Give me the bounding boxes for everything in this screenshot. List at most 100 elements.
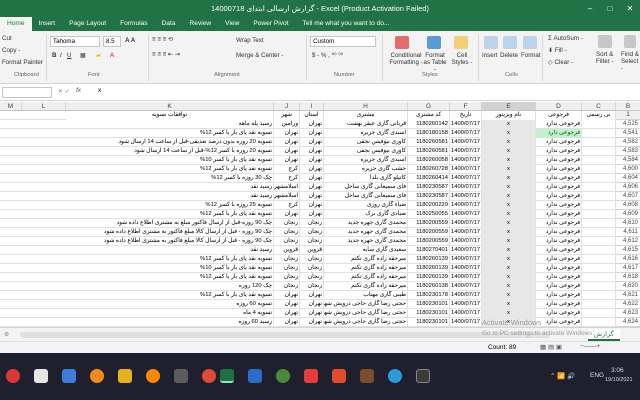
cell-g[interactable]: 1180230101 (408, 300, 450, 309)
cell-h[interactable]: محمدی گاری جهره جدید (324, 228, 408, 237)
worksheet-grid[interactable]: توافقات تسویه شهر استان مشتری کد مشتری تاریخ ن… (0, 111, 616, 327)
cell-b[interactable]: 4,582 (616, 138, 640, 147)
column-header-c[interactable]: C (582, 102, 616, 111)
conditional-formatting-icon[interactable] (395, 36, 409, 49)
app-icon[interactable] (304, 369, 318, 383)
column-header-m[interactable]: M (0, 102, 22, 111)
minimize-icon[interactable]: – (580, 0, 600, 17)
cell-d[interactable]: فرجوعی ندارد (536, 201, 582, 210)
cell-f[interactable]: 1400/07/17 (450, 255, 482, 264)
cell-d[interactable]: فرجوعی ندارد (536, 264, 582, 273)
cell-h[interactable]: فای سمیعانی گاری ساحل (324, 183, 408, 192)
cell-i[interactable]: تهران (300, 192, 324, 201)
cell-k[interactable]: چک 90 روزه - قبل از ارسال کالا مبلغ فاکت… (66, 228, 274, 237)
cell-g[interactable]: 1180260139 (408, 264, 450, 273)
cell-j[interactable]: زنجان (274, 273, 300, 282)
format-painter-button[interactable]: Format Painter (2, 59, 43, 66)
cell-j[interactable]: اسلامشهر (274, 183, 300, 192)
clock-time[interactable]: 3:06 (611, 367, 624, 374)
cell-j[interactable]: کرج (274, 165, 300, 174)
cell-e[interactable]: x (482, 264, 536, 273)
cell-i[interactable]: تهران (300, 120, 324, 129)
search-icon[interactable] (34, 369, 48, 383)
find-select-button[interactable]: Find & Select - (621, 51, 640, 72)
cell-c[interactable] (582, 129, 616, 138)
cell-f[interactable]: 1400/07/17 (450, 300, 482, 309)
autosum-button[interactable]: Σ AutoSum - (548, 35, 583, 42)
cell-g[interactable]: 1180200559 (408, 228, 450, 237)
tab-power-pivot[interactable]: Power Pivot (246, 17, 295, 31)
cell-c[interactable] (582, 138, 616, 147)
cell-h[interactable]: کاتیلو گاری بلدا (324, 174, 408, 183)
cell-j[interactable]: کرج (274, 174, 300, 183)
cell-c[interactable] (582, 273, 616, 282)
cell-g[interactable]: 1180230101 (408, 309, 450, 318)
cell-e[interactable]: x (482, 129, 536, 138)
cell-i[interactable]: تهران (300, 138, 324, 147)
zoom-slider[interactable]: −——+ (580, 343, 601, 350)
cell-i[interactable]: تهران (300, 129, 324, 138)
cell-k[interactable]: تسویه نقد پای بار با کسر 12% (66, 129, 274, 138)
cell-d[interactable]: فرجوعی ندارد (536, 147, 582, 156)
tray-icons[interactable]: ⌃ 📶 🔊 (550, 372, 575, 380)
view-normal-icon[interactable]: ▦ ▤ ▣ (540, 343, 562, 351)
cell-e[interactable]: x (482, 246, 536, 255)
cell-k[interactable]: رسید نقد (66, 183, 274, 192)
cell-j[interactable]: تهران (274, 300, 300, 309)
cell-c[interactable] (582, 192, 616, 201)
cell-h[interactable]: کاوری نیوفیس نجفی (324, 138, 408, 147)
cell-k[interactable]: تسویه 60 روزه (66, 300, 274, 309)
cell-d[interactable]: فرجوعی ندارد (536, 138, 582, 147)
cell-g[interactable]: 1180230101 (408, 318, 450, 327)
format-cells-icon[interactable] (523, 36, 537, 49)
row-number[interactable]: 1 (616, 111, 640, 120)
column-header-g[interactable]: G (408, 102, 450, 111)
delete-cells-icon[interactable] (503, 36, 517, 49)
cell-c[interactable] (582, 246, 616, 255)
wrap-text-button[interactable]: Wrap Text (236, 37, 264, 44)
cell-g[interactable]: 1180200229 (408, 201, 450, 210)
italic-icon[interactable]: I (60, 52, 62, 59)
cell-g[interactable]: 1180260138 (408, 282, 450, 291)
header-cell-e[interactable]: نام ویزیتور (482, 111, 536, 120)
cell-b[interactable]: 4,623 (616, 309, 640, 318)
cell-h[interactable]: محمدی گاری جهره جدید (324, 219, 408, 228)
underline-icon[interactable]: U (67, 52, 71, 59)
chrome-icon[interactable] (202, 369, 216, 383)
cell-h[interactable]: میرحقه زاده گاری تکتم (324, 264, 408, 273)
conditional-formatting-button[interactable]: Conditional Formatting - (386, 52, 426, 66)
column-header-b[interactable]: B (616, 102, 640, 111)
cell-h[interactable]: حجتی رضا گاری حاجی درویش شهر (324, 309, 408, 318)
cell-g[interactable]: 1180200559 (408, 237, 450, 246)
fill-button[interactable]: ⬇ Fill - (548, 47, 567, 54)
cell-e[interactable]: x (482, 255, 536, 264)
cell-j[interactable]: تهران (274, 309, 300, 318)
insert-cells-button[interactable]: Insert (482, 52, 497, 59)
header-cell-j[interactable]: شهر (274, 111, 300, 120)
cell-e[interactable]: x (482, 273, 536, 282)
cell-c[interactable] (582, 228, 616, 237)
copy-button[interactable]: Copy - (2, 47, 20, 54)
header-cell-f[interactable]: تاریخ (450, 111, 482, 120)
cell-b[interactable]: 4,611 (616, 228, 640, 237)
column-header-d[interactable]: D (536, 102, 582, 111)
merge-center-button[interactable]: Merge & Center - (236, 52, 283, 59)
cell-b[interactable]: 4,608 (616, 201, 640, 210)
chrome-alt-icon[interactable] (276, 369, 290, 383)
header-cell-h[interactable]: مشتری (324, 111, 408, 120)
cell-b[interactable]: 4,622 (616, 300, 640, 309)
cell-f[interactable]: 1400/07/17 (450, 165, 482, 174)
cell-g[interactable]: 1180230178 (408, 291, 450, 300)
cell-g[interactable]: 1180230587 (408, 183, 450, 192)
cell-e[interactable]: x (482, 228, 536, 237)
cell-j[interactable]: تهران (274, 138, 300, 147)
folder-icon[interactable] (118, 369, 132, 383)
cell-h[interactable]: حجتی رضا گاری حاجی درویش شهر (324, 318, 408, 327)
sort-filter-icon[interactable] (598, 35, 612, 48)
cell-k[interactable]: رسید نقد (66, 192, 274, 201)
cell-j[interactable]: اسلامشهر (274, 192, 300, 201)
cell-h[interactable]: محمدی گاری جهره جدید (324, 237, 408, 246)
cell-h[interactable]: خشب گاری جزیره (324, 165, 408, 174)
cell-h[interactable]: قربانی گاری عبقر بهشت (324, 120, 408, 129)
tab-view[interactable]: View (218, 17, 246, 31)
